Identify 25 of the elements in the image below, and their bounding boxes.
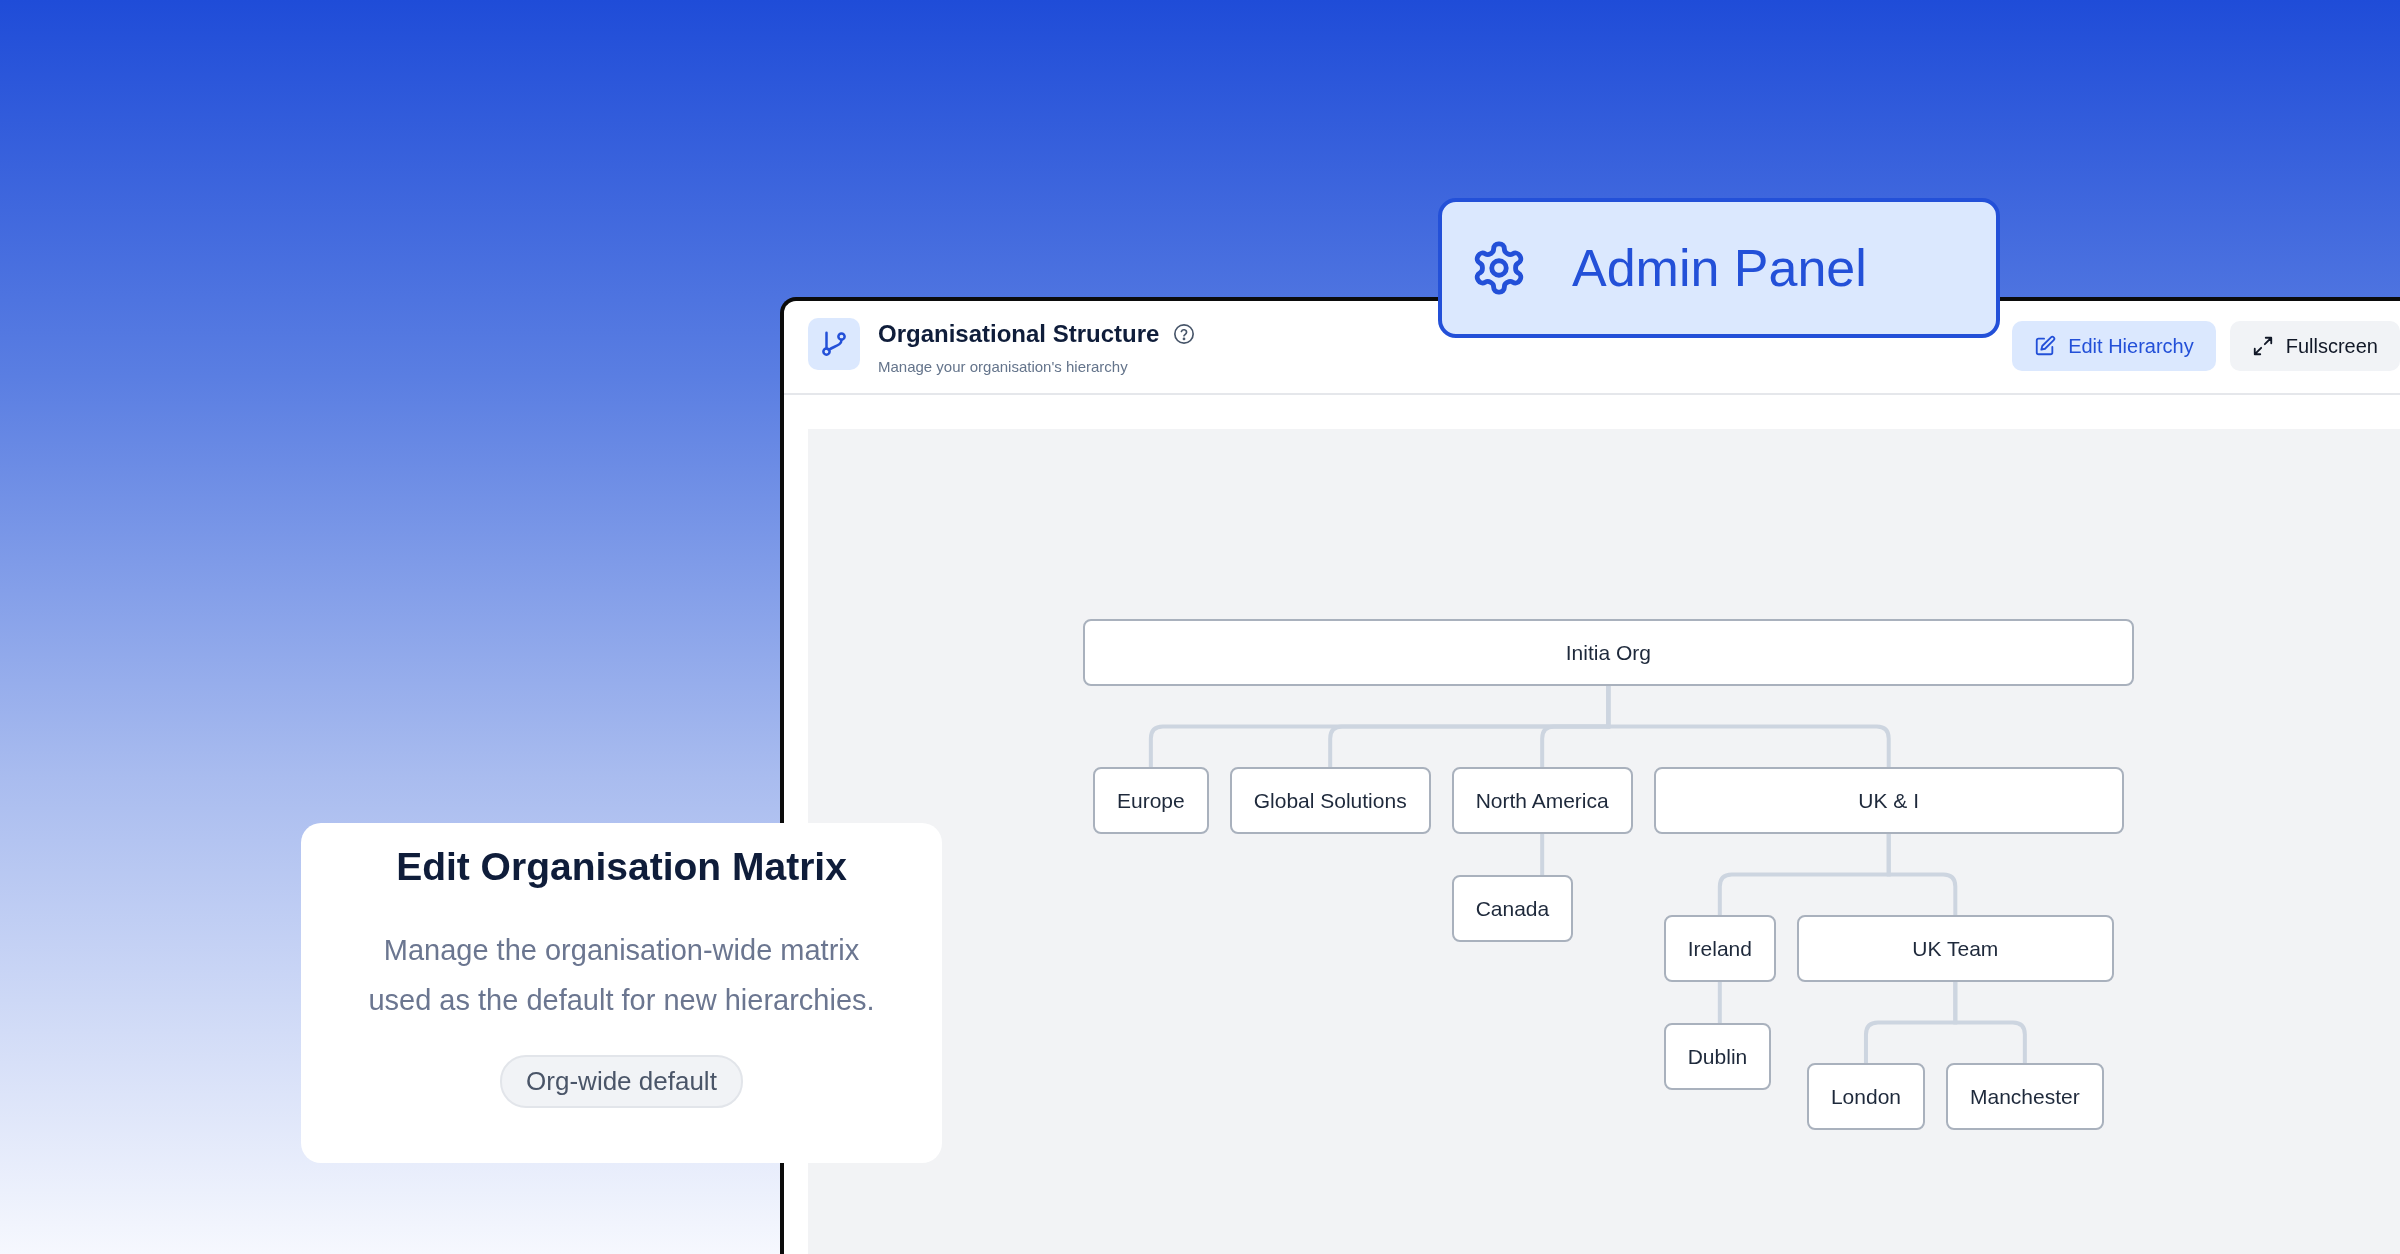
org-node[interactable]: North America bbox=[1451, 767, 1633, 834]
branch-icon bbox=[819, 329, 849, 359]
tag: Org-wide default bbox=[500, 1055, 743, 1108]
connector-line bbox=[1717, 982, 1722, 1023]
org-node[interactable]: Global Solutions bbox=[1229, 767, 1431, 834]
org-node[interactable]: Europe bbox=[1093, 767, 1209, 834]
org-node[interactable]: Initia Org bbox=[1083, 619, 2134, 686]
fullscreen-button[interactable]: Fullscreen bbox=[2229, 321, 2400, 371]
window-subtitle: Manage your organisation's hierarchy bbox=[878, 358, 1129, 375]
connector-line bbox=[1540, 834, 1545, 875]
org-node[interactable]: London bbox=[1806, 1063, 1925, 1130]
org-node[interactable]: UK Team bbox=[1796, 915, 2114, 982]
org-node[interactable]: Dublin bbox=[1663, 1023, 1772, 1090]
expand-icon bbox=[2251, 335, 2274, 357]
org-node[interactable]: Manchester bbox=[1946, 1063, 2104, 1130]
card-title: Edit Organisation Matrix bbox=[396, 845, 847, 889]
org-node[interactable]: Ireland bbox=[1663, 915, 1776, 982]
org-node[interactable]: UK & I bbox=[1653, 767, 2124, 834]
edit-icon bbox=[2034, 335, 2057, 357]
window-title: Organisational Structure bbox=[878, 320, 1160, 348]
badge-label: Admin Panel bbox=[1572, 238, 1867, 298]
edit-hierarchy-button[interactable]: Edit Hierarchy bbox=[2012, 321, 2216, 371]
org-node[interactable]: Canada bbox=[1451, 875, 1574, 942]
card-description: Manage the organisation-wide matrix used as the default for new hierarchies. bbox=[367, 933, 876, 1018]
help-icon[interactable] bbox=[1173, 323, 1196, 345]
